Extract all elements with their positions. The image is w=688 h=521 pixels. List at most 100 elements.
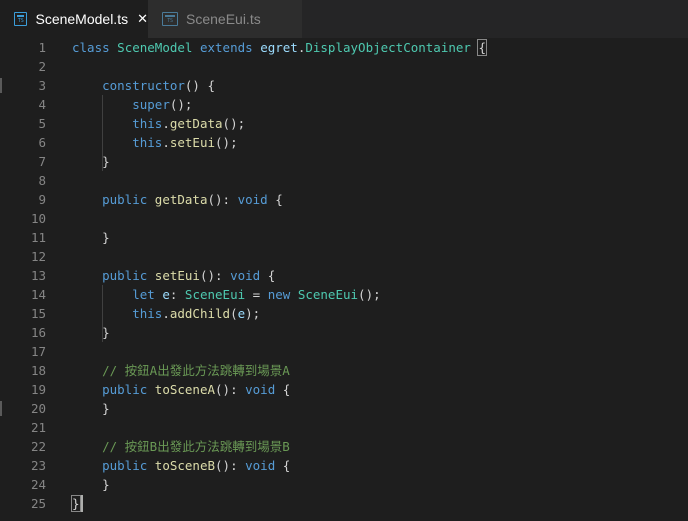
line-number: 19 <box>30 382 46 397</box>
tab-scenemodel[interactable]: TS SceneModel.ts ✕ <box>0 0 148 38</box>
code-token: public <box>102 382 148 397</box>
code-line[interactable]: 7 } <box>0 152 688 171</box>
code-token: (); <box>358 287 381 302</box>
code-line[interactable]: 17 <box>0 342 688 361</box>
code-line[interactable]: 13 public setEui(): void { <box>0 266 688 285</box>
code-line[interactable]: 14 let e: SceneEui = new SceneEui(); <box>0 285 688 304</box>
code-token: { <box>260 268 276 283</box>
code-token: : <box>169 287 185 302</box>
line-number: 16 <box>30 325 46 340</box>
code-token: (): <box>199 268 231 283</box>
typescript-file-icon: TS <box>162 12 178 26</box>
line-code: super(); <box>72 95 192 114</box>
line-code: } <box>72 399 110 418</box>
code-token: extends <box>199 40 253 55</box>
editor-window: TS SceneModel.ts ✕ TS SceneEui.ts 1 class… <box>0 0 688 521</box>
code-line[interactable]: 11 } <box>0 228 688 247</box>
code-token: setEui <box>154 268 200 283</box>
code-token: (): <box>207 192 238 207</box>
code-line[interactable]: 20 } <box>0 399 688 418</box>
code-token: . <box>162 135 170 150</box>
tab-label: SceneModel.ts <box>35 11 129 27</box>
code-token: void <box>237 192 268 207</box>
line-code: } <box>72 152 110 171</box>
code-line[interactable]: 19 public toSceneA(): void { <box>0 380 688 399</box>
code-token: // 按鈕A出發此方法跳轉到場景A <box>102 363 290 378</box>
code-line[interactable]: 4 super(); <box>0 95 688 114</box>
code-line[interactable]: 3 constructor() { <box>0 76 688 95</box>
code-token: } <box>72 325 110 340</box>
code-token: egret <box>260 40 298 55</box>
code-line[interactable]: 21 <box>0 418 688 437</box>
code-token: getData <box>154 192 208 207</box>
matched-bracket: { <box>477 39 487 56</box>
code-line[interactable]: 1 class SceneModel extends egret.DisplayO… <box>0 38 688 57</box>
line-code: public toSceneA(): void { <box>72 380 290 399</box>
code-token: } <box>72 230 110 245</box>
line-code: class SceneModel extends egret.DisplayOb… <box>72 38 487 57</box>
code-token: void <box>245 382 276 397</box>
line-number: 5 <box>38 116 46 131</box>
line-code: } <box>71 494 81 513</box>
line-number: 24 <box>30 477 46 492</box>
line-code: public getData(): void { <box>72 190 283 209</box>
code-editor[interactable]: 1 class SceneModel extends egret.DisplayO… <box>0 38 688 521</box>
code-token: class <box>72 40 110 55</box>
tab-sceneeui[interactable]: TS SceneEui.ts <box>148 0 302 38</box>
line-number: 18 <box>30 363 46 378</box>
code-token: (); <box>222 116 246 131</box>
code-line[interactable]: 5 this.getData(); <box>0 114 688 133</box>
code-line[interactable]: 12 <box>0 247 688 266</box>
code-token: super <box>132 97 170 112</box>
code-token: public <box>102 458 148 473</box>
code-line[interactable]: 9 public getData(): void { <box>0 190 688 209</box>
line-number: 8 <box>38 173 46 188</box>
line-code: } <box>72 323 110 342</box>
line-code: this.getData(); <box>72 114 245 133</box>
code-line[interactable]: 24 } <box>0 475 688 494</box>
line-number: 9 <box>38 192 46 207</box>
code-token: void <box>245 458 276 473</box>
line-number: 2 <box>38 59 46 74</box>
code-line[interactable]: 10 <box>0 209 688 228</box>
code-token: () { <box>184 78 216 93</box>
code-line[interactable]: 25} <box>0 494 688 513</box>
code-token: getData <box>169 116 223 131</box>
text-cursor <box>80 495 83 512</box>
code-token: toSceneB <box>154 458 216 473</box>
line-number: 22 <box>30 439 46 454</box>
tab-label: SceneEui.ts <box>186 11 261 27</box>
line-number: 6 <box>38 135 46 150</box>
code-line[interactable]: 22 // 按鈕B出發此方法跳轉到場景B <box>0 437 688 456</box>
matched-bracket: } <box>71 495 81 512</box>
line-code: this.setEui(); <box>72 133 237 152</box>
code-token: (): <box>215 382 246 397</box>
code-line[interactable]: 2 <box>0 57 688 76</box>
close-icon[interactable]: ✕ <box>137 12 148 27</box>
code-line[interactable]: 23 public toSceneB(): void { <box>0 456 688 475</box>
line-number: 10 <box>30 211 46 226</box>
line-code: } <box>72 475 110 494</box>
code-token: (): <box>215 458 246 473</box>
line-number: 21 <box>30 420 46 435</box>
code-token: } <box>72 154 110 169</box>
code-line[interactable]: 18 // 按鈕A出發此方法跳轉到場景A <box>0 361 688 380</box>
code-line[interactable]: 8 <box>0 171 688 190</box>
code-line[interactable]: 6 this.setEui(); <box>0 133 688 152</box>
code-token: new <box>267 287 291 302</box>
code-line[interactable]: 16 } <box>0 323 688 342</box>
line-code: // 按鈕A出發此方法跳轉到場景A <box>72 361 290 380</box>
code-token: (); <box>169 97 193 112</box>
code-line[interactable]: 15 this.addChild(e); <box>0 304 688 323</box>
line-code: constructor() { <box>72 76 215 95</box>
code-token: toSceneA <box>154 382 216 397</box>
